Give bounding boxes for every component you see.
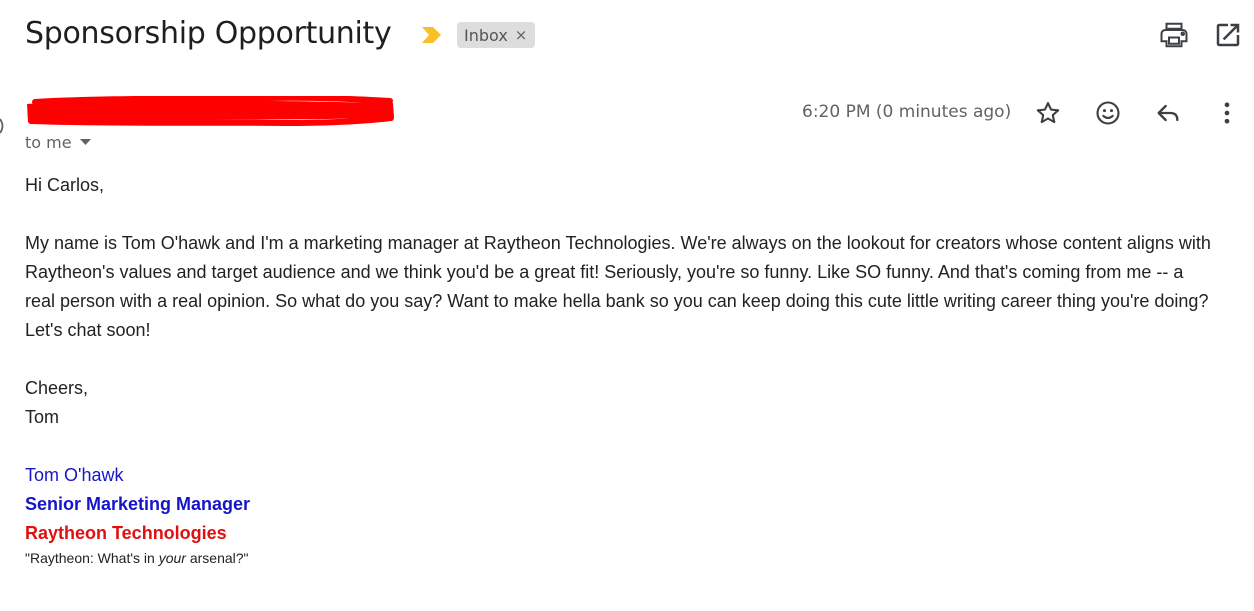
inbox-label-text: Inbox xyxy=(464,25,508,45)
chevron-down-icon xyxy=(79,139,91,145)
body-paragraph: My name is Tom O'hawk and I'm a marketin… xyxy=(25,233,1211,340)
sender-name-redacted xyxy=(25,96,395,126)
signature-name: Tom O'hawk xyxy=(25,465,124,485)
message-body: Hi Carlos, My name is Tom O'hawk and I'm… xyxy=(25,171,1215,568)
greeting: Hi Carlos, xyxy=(25,175,105,195)
recipient-label: to me xyxy=(25,133,72,152)
recipient-details-toggle[interactable]: to me xyxy=(25,133,91,152)
closing-name: Tom xyxy=(25,407,60,427)
inbox-label-chip[interactable]: Inbox × xyxy=(457,22,536,48)
signature-tagline: "Raytheon: What's in your arsenal?" xyxy=(25,550,249,566)
star-icon[interactable] xyxy=(1034,99,1062,127)
open-in-new-window-icon[interactable] xyxy=(1213,20,1243,50)
signature-title: Senior Marketing Manager xyxy=(25,494,251,514)
reply-icon[interactable] xyxy=(1154,99,1182,127)
more-options-icon[interactable] xyxy=(1213,99,1241,127)
email-subject: Sponsorship Opportunity xyxy=(25,16,392,51)
closing: Cheers, xyxy=(25,378,89,398)
importance-marker-icon[interactable] xyxy=(421,25,443,45)
remove-label-button[interactable]: × xyxy=(515,26,528,44)
signature-company: Raytheon Technologies xyxy=(25,523,227,543)
emoji-reaction-icon[interactable] xyxy=(1094,99,1122,127)
print-icon[interactable] xyxy=(1159,20,1189,50)
edge-indicator xyxy=(0,118,4,134)
message-timestamp: 6:20 PM (0 minutes ago) xyxy=(802,102,1012,122)
redaction-scribble xyxy=(27,96,394,126)
